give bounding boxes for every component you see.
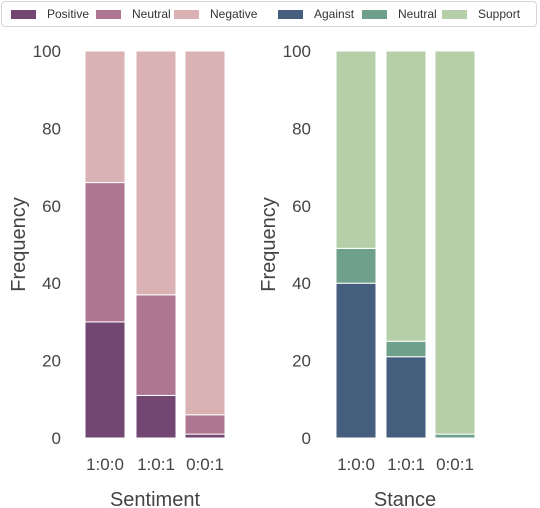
y-tick-label: 0 <box>52 429 61 448</box>
bar-support-1:0:0 <box>335 50 377 249</box>
y-axis-label: Frequency <box>8 197 30 292</box>
bar-against-1:0:0 <box>335 282 377 439</box>
bar-neutral-1:0:1 <box>385 340 427 358</box>
bar-support-1:0:1 <box>385 50 427 342</box>
bar-against-1:0:1 <box>385 356 427 439</box>
x-tick-label: 0:0:1 <box>436 455 474 474</box>
y-tick-label: 20 <box>42 352 61 371</box>
bar-neutral-0:0:1 <box>434 433 476 439</box>
chart-canvas: 0 20 40 60 80 100 Frequency 1:0:0 1:0:1 0:0:1 Sent… <box>8 42 476 508</box>
x-tick-label: 1:0:0 <box>86 455 124 474</box>
y-tick-label: 20 <box>292 352 311 371</box>
x-tick-label: 1:0:1 <box>137 455 175 474</box>
y-tick-label: 60 <box>42 197 61 216</box>
bar-negative-1:0:0 <box>84 50 126 184</box>
bar-positive-1:0:0 <box>84 321 126 439</box>
y-tick-label: 100 <box>283 42 311 61</box>
bar-positive-0:0:1 <box>184 433 226 439</box>
y-tick-label: 60 <box>292 197 311 216</box>
bar-negative-0:0:1 <box>184 50 226 416</box>
y-tick-label: 80 <box>42 119 61 138</box>
x-tick-label: 1:0:1 <box>387 455 425 474</box>
bar-neutral-0:0:1 <box>184 414 226 435</box>
y-tick-label: 40 <box>292 274 311 293</box>
y-tick-label: 0 <box>302 429 311 448</box>
bar-neutral-1:0:0 <box>335 247 377 284</box>
y-axis-label: Frequency <box>258 197 280 292</box>
y-tick-label: 40 <box>42 274 61 293</box>
y-tick-label: 100 <box>33 42 61 61</box>
x-axis-label: Stance <box>374 489 436 508</box>
x-tick-label: 0:0:1 <box>186 455 224 474</box>
bar-negative-1:0:1 <box>135 50 177 296</box>
bar-support-0:0:1 <box>434 50 476 435</box>
bar-neutral-1:0:0 <box>84 182 126 323</box>
bar-positive-1:0:1 <box>135 394 177 439</box>
bar-neutral-1:0:1 <box>135 294 177 396</box>
x-tick-label: 1:0:0 <box>337 455 375 474</box>
x-axis-label: Sentiment <box>110 489 200 508</box>
y-tick-label: 80 <box>292 119 311 138</box>
